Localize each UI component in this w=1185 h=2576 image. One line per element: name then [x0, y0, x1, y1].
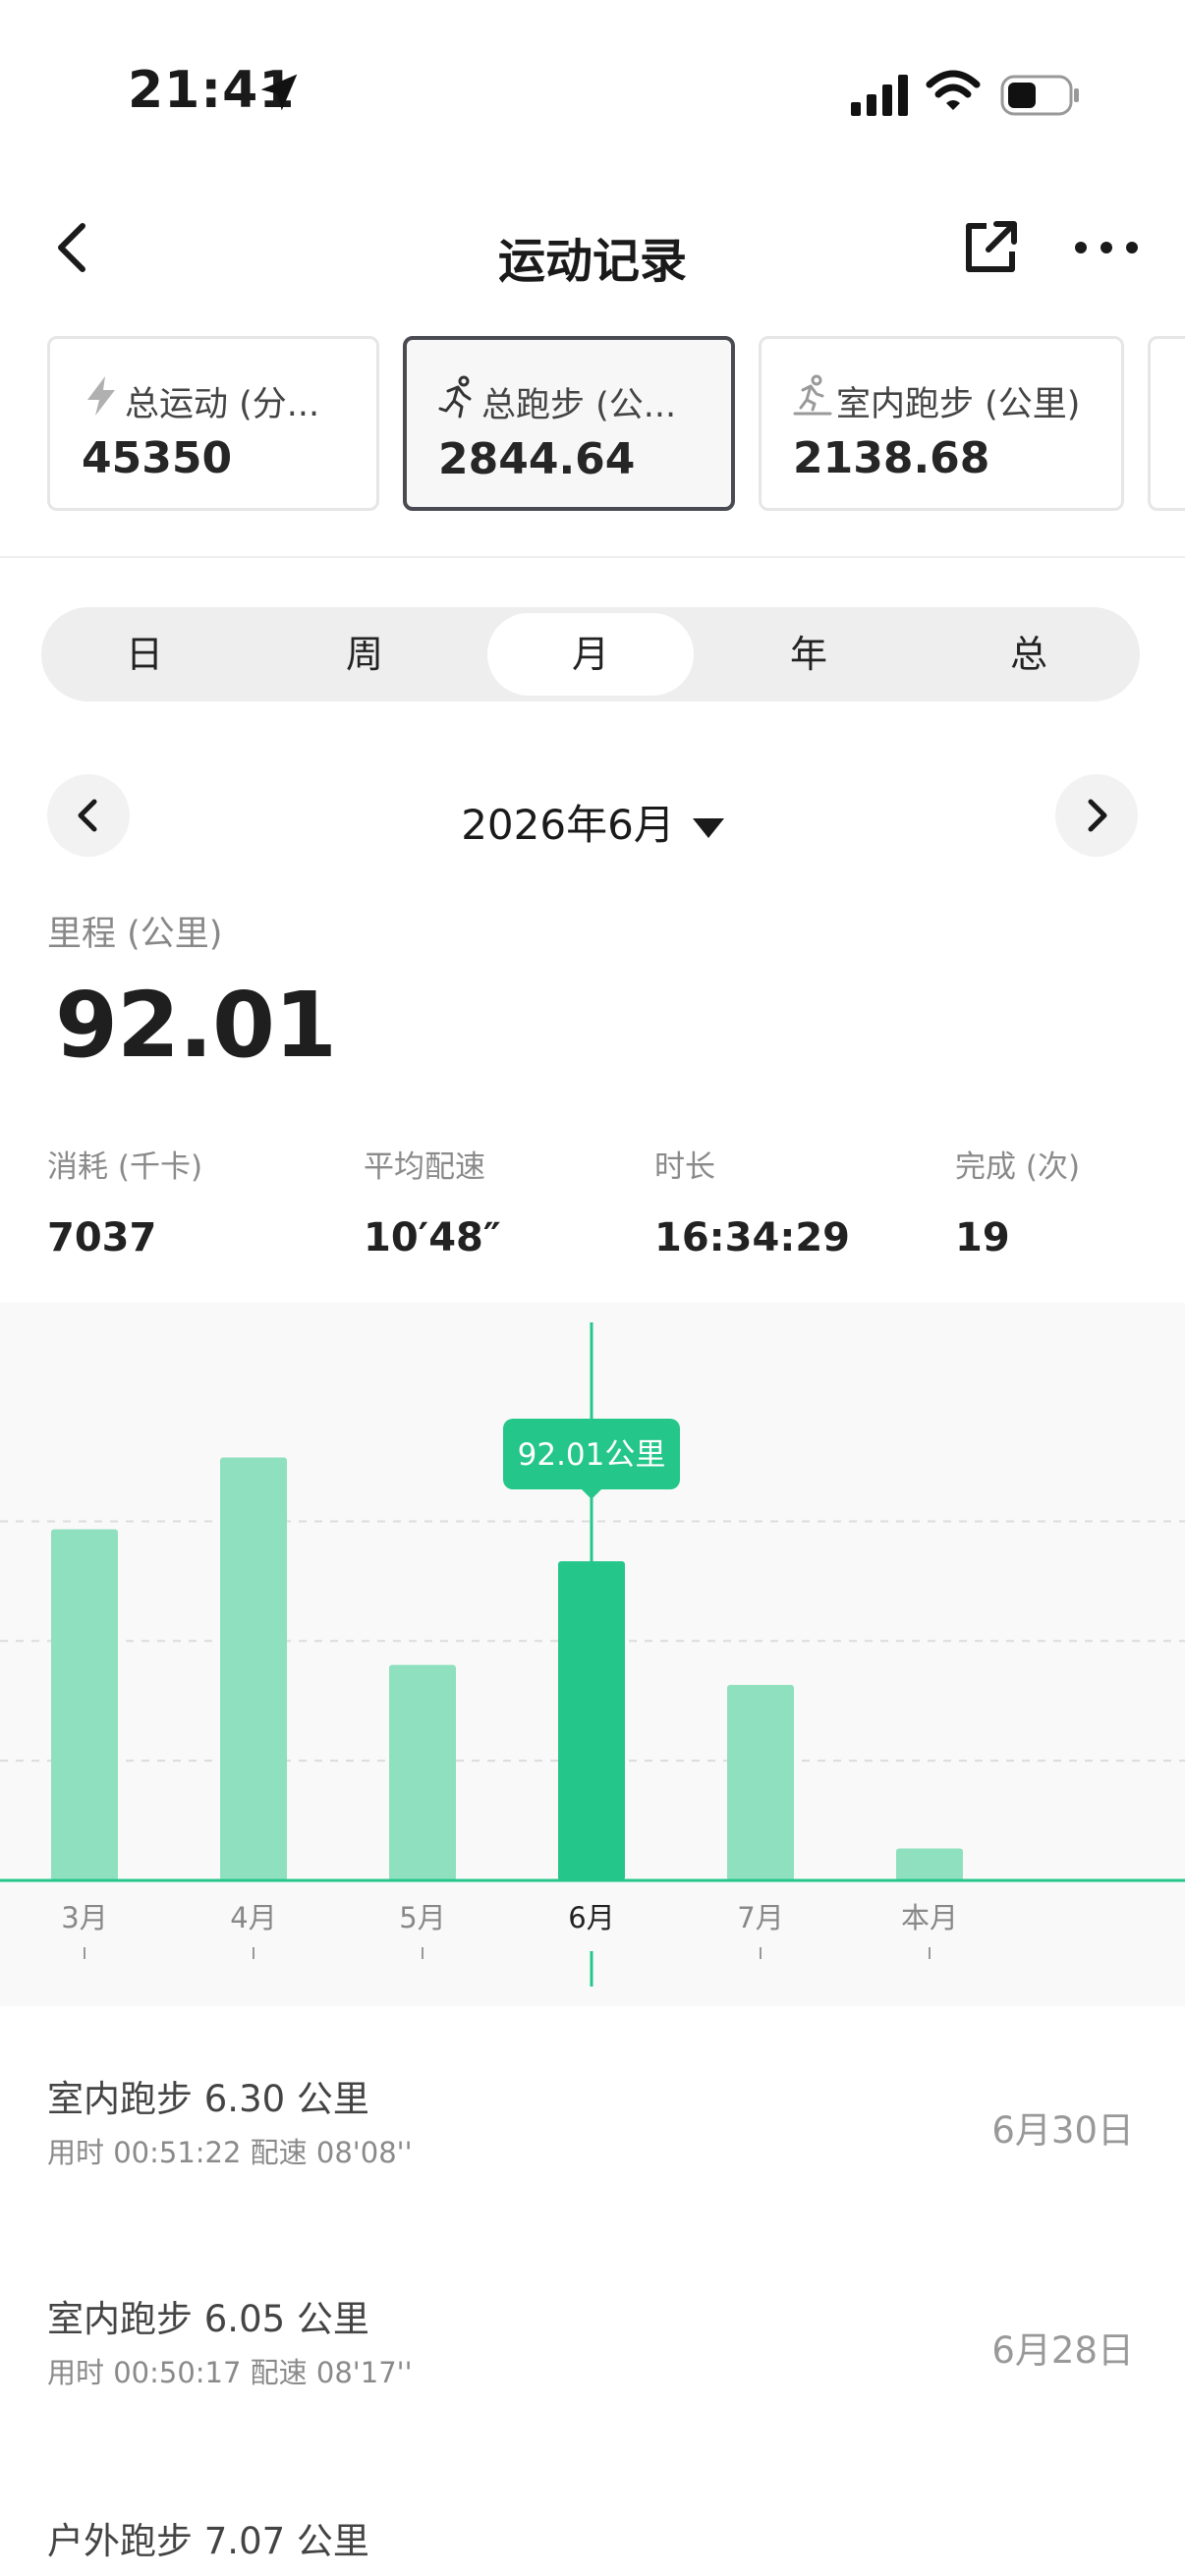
card-total-exercise[interactable]: 总运动 (分... 45350 [47, 336, 379, 511]
period-segmented-control: 日 周 月 年 总 [41, 607, 1140, 701]
card-value: 2138.68 [793, 433, 990, 483]
battery-icon [1000, 75, 1079, 116]
stat-label: 完成 (次) [955, 1149, 1081, 1185]
section-divider [0, 556, 1185, 558]
date-label: 2026年6月 [461, 801, 675, 849]
chart-svg: 3月 4月 5月 6月 7月 本月 92.01公里 [0, 1322, 1185, 1987]
stat-calories: 消耗 (千卡) 7037 [47, 1142, 202, 1260]
card-indoor-running[interactable]: 室内跑步 (公里) 2138.68 [759, 336, 1124, 511]
record-title: 室内跑步 6.05 公里 [47, 2298, 369, 2340]
chart-x-tick-label: 6月 [568, 1901, 614, 1934]
status-bar: 21:41 [0, 0, 1185, 187]
distance-value: 92.01 [55, 973, 337, 1078]
stat-value: 16:34:29 [654, 1215, 850, 1260]
treadmill-run-icon [793, 374, 832, 416]
tab-day[interactable]: 日 [41, 607, 248, 701]
record-item[interactable]: 户外跑步 7.07 公里 [0, 2511, 1185, 2576]
card-next-partial[interactable] [1148, 336, 1185, 511]
chart-x-tick-label: 7月 [737, 1901, 783, 1934]
card-value: 45350 [82, 433, 233, 483]
stat-avg-pace: 平均配速 10′48″ [364, 1142, 501, 1260]
chart-bar [896, 1848, 963, 1880]
summary-cards: 总运动 (分... 45350 总跑步 (公... 2844.64 室内跑步 (… [47, 336, 1185, 513]
stat-value: 19 [955, 1215, 1010, 1260]
card-total-running[interactable]: 总跑步 (公... 2844.64 [403, 336, 735, 511]
record-subtitle: 用时 00:50:17 配速 08'17'' [47, 2356, 413, 2389]
location-arrow-icon [260, 74, 298, 111]
record-date: 6月30日 [991, 2109, 1134, 2152]
chart-bar [727, 1684, 794, 1880]
date-selector: 2026年6月 [0, 774, 1185, 859]
chart-bar [389, 1664, 456, 1880]
tab-week[interactable]: 周 [261, 607, 468, 701]
stat-value: 7037 [47, 1215, 157, 1260]
nav-bar: 运动记录 [0, 196, 1185, 305]
share-icon[interactable] [959, 216, 1022, 279]
stat-label: 时长 [654, 1149, 715, 1185]
chart-tooltip-pointer [582, 1489, 601, 1499]
stat-label: 消耗 (千卡) [47, 1149, 203, 1185]
more-options-icon[interactable] [1071, 218, 1142, 277]
record-subtitle: 用时 00:51:22 配速 08'08'' [47, 2136, 413, 2169]
record-date: 6月28日 [991, 2329, 1134, 2372]
card-value: 2844.64 [438, 434, 636, 484]
running-person-icon [438, 375, 472, 419]
monthly-distance-chart[interactable]: 3月 4月 5月 6月 7月 本月 92.01公里 [0, 1303, 1185, 2006]
record-title: 户外跑步 7.07 公里 [47, 2520, 369, 2562]
chart-tooltip-label: 92.01公里 [518, 1437, 666, 1473]
stat-completed: 完成 (次) 19 [955, 1142, 1080, 1260]
chart-bar [558, 1561, 625, 1880]
chevron-right-icon [1088, 799, 1107, 832]
date-picker[interactable]: 2026年6月 [0, 792, 1185, 852]
next-period-button[interactable] [1055, 774, 1138, 857]
tab-total[interactable]: 总 [926, 607, 1132, 701]
stat-duration: 时长 16:34:29 [654, 1142, 850, 1260]
caret-down-icon [692, 817, 724, 838]
record-item[interactable]: 室内跑步 6.30 公里 用时 00:51:22 配速 08'08'' 6月30… [0, 2069, 1185, 2226]
record-item[interactable]: 室内跑步 6.05 公里 用时 00:50:17 配速 08'17'' 6月28… [0, 2289, 1185, 2446]
lightning-icon [87, 376, 115, 416]
chart-x-tick-label: 5月 [399, 1901, 445, 1934]
chart-x-tick-label: 3月 [61, 1901, 107, 1934]
card-label: 室内跑步 (公里) [836, 385, 1081, 424]
card-label: 总运动 (分... [125, 385, 320, 424]
cellular-signal-icon [851, 75, 908, 116]
wifi-icon [926, 70, 981, 110]
card-label: 总跑步 (公... [481, 386, 677, 425]
tab-month[interactable]: 月 [487, 613, 694, 696]
chart-x-tick-label: 4月 [230, 1901, 276, 1934]
chart-x-tick-label: 本月 [901, 1901, 958, 1934]
stat-value: 10′48″ [364, 1215, 501, 1260]
stat-label: 平均配速 [364, 1149, 485, 1185]
tab-year[interactable]: 年 [705, 607, 912, 701]
record-title: 室内跑步 6.30 公里 [47, 2078, 369, 2120]
chart-bar [220, 1457, 287, 1880]
distance-label: 里程 (公里) [47, 915, 223, 954]
chart-bar [51, 1529, 118, 1880]
